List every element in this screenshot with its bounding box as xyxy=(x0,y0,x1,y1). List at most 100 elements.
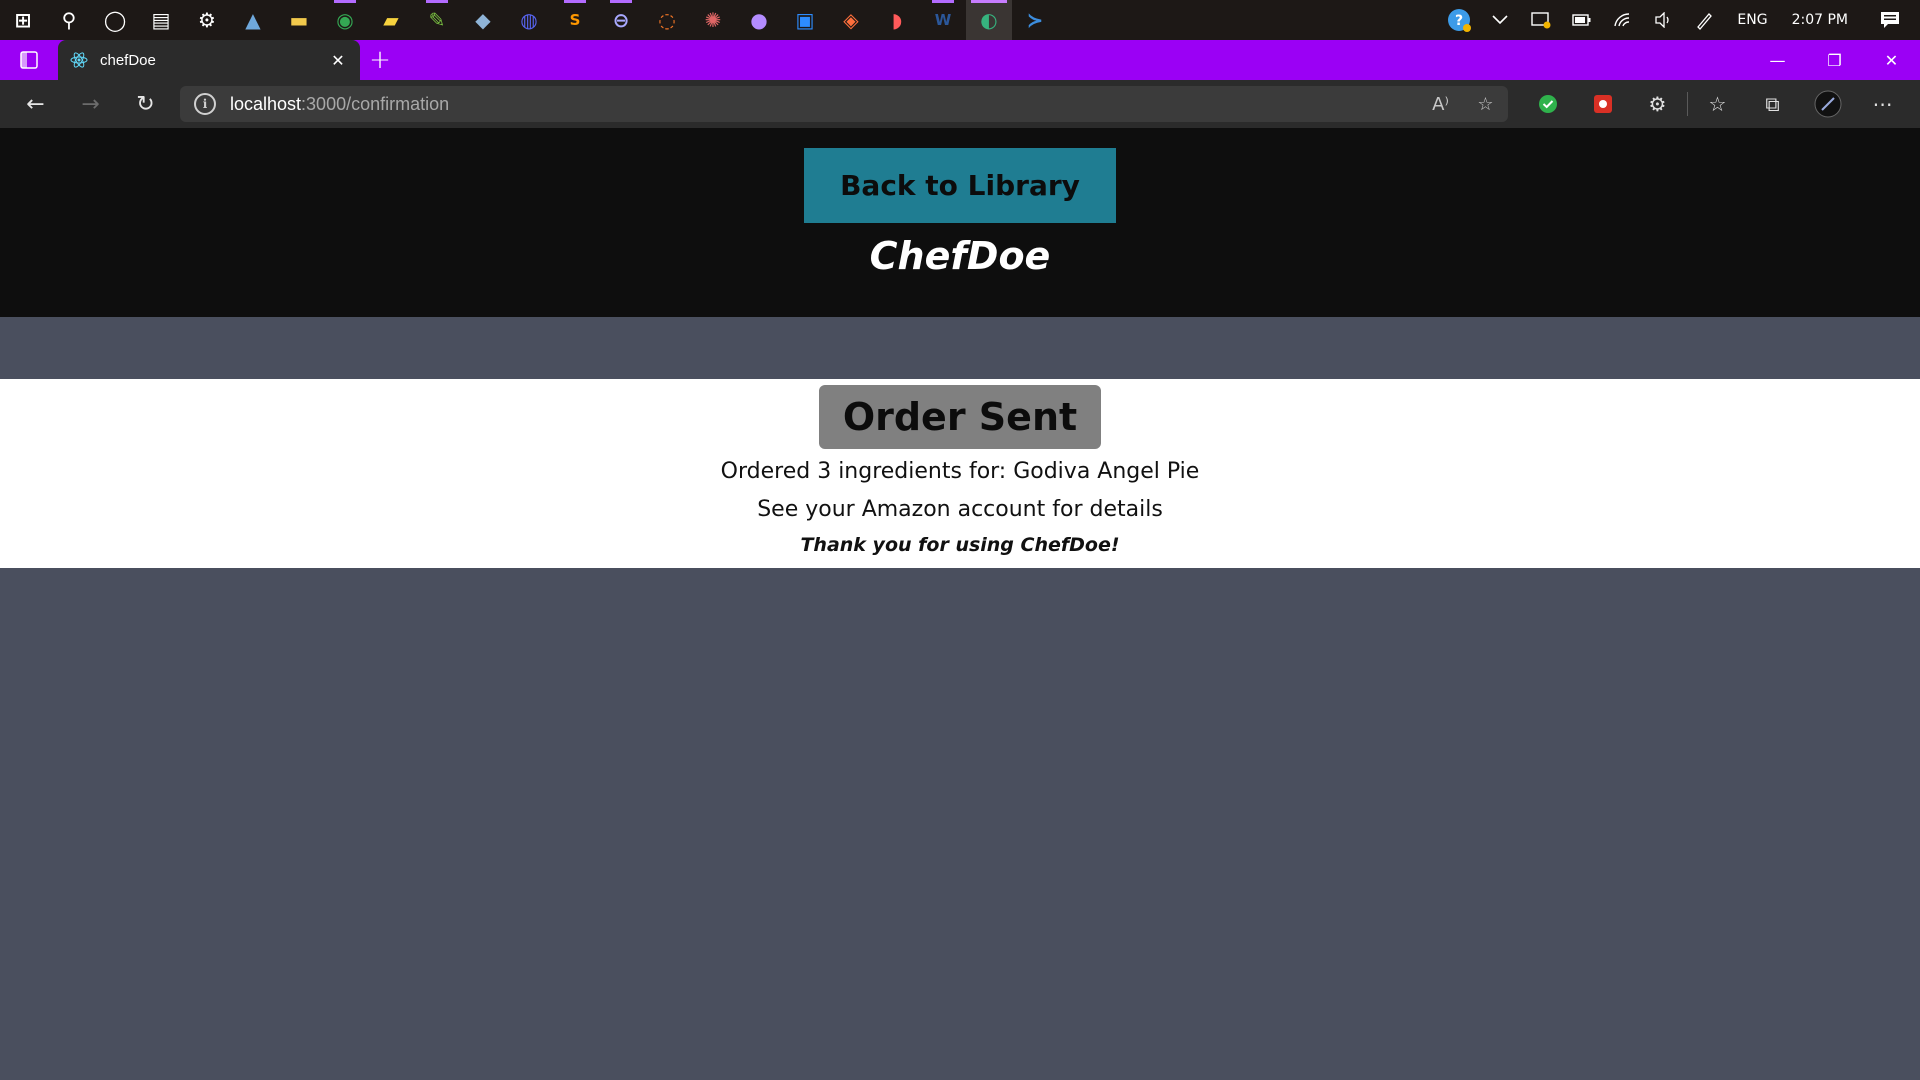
react-icon xyxy=(70,51,88,69)
url-text[interactable]: localhost:3000/confirmation xyxy=(230,94,449,115)
browser-tab-strip: chefDoe ✕ + — ❐ ✕ xyxy=(0,40,1920,80)
photos-glyph-icon: ▲ xyxy=(245,8,261,32)
notepad-glyph-icon: ✎ xyxy=(428,8,446,32)
settings-glyph-icon: ⚙ xyxy=(198,8,216,32)
display-alert-icon[interactable] xyxy=(1520,0,1561,40)
refresh-icon[interactable]: ↻ xyxy=(118,80,173,128)
search-icon[interactable]: ⚲ xyxy=(46,0,92,40)
windows-taskbar: ⊞ ⚲ ◯ ▤ ⚙ ▲ ▬ ◉ ▰ ✎ ◆ ◍ S ⊖ ◌ ✺ ● ▣ ◈ ◗ W ◐ ≻ ? ENG 2:07 PM xyxy=(0,0,1920,40)
brand-title: ChefDoe xyxy=(869,234,1051,278)
sticky-notes-icon[interactable]: ▰ xyxy=(368,0,414,40)
settings-icon[interactable]: ⚙ xyxy=(184,0,230,40)
address-bar[interactable]: i localhost:3000/confirmation A⁾ ☆ xyxy=(180,86,1508,122)
sublime-text-glyph-icon: S xyxy=(569,11,581,29)
firefox-icon[interactable]: ◈ xyxy=(828,0,874,40)
favorites-icon[interactable]: ☆ xyxy=(1690,80,1745,128)
extensions-puzzle-icon[interactable]: ⚙ xyxy=(1630,80,1685,128)
svg-text:?: ? xyxy=(1455,13,1463,29)
app-icon-2[interactable]: ⊖ xyxy=(598,0,644,40)
tab-chefdoe[interactable]: chefDoe ✕ xyxy=(58,40,360,80)
edge-glyph-icon: ◐ xyxy=(980,8,998,32)
powershell-icon[interactable]: ≻ xyxy=(1012,0,1058,40)
edge-icon[interactable]: ◐ xyxy=(966,0,1012,40)
order-status-badge: Order Sent xyxy=(819,385,1101,449)
powershell-glyph-icon: ≻ xyxy=(1026,8,1044,32)
task-view-glyph-icon: ▤ xyxy=(151,8,171,32)
minimize-icon[interactable]: — xyxy=(1749,40,1806,80)
file-explorer-glyph-icon: ▬ xyxy=(289,8,309,32)
chrome-icon[interactable]: ◉ xyxy=(322,0,368,40)
sticky-notes-glyph-icon: ▰ xyxy=(383,8,399,32)
firefox-glyph-icon: ◈ xyxy=(843,8,859,32)
details-text: See your Amazon account for details xyxy=(757,497,1163,522)
notepad-icon[interactable]: ✎ xyxy=(414,0,460,40)
windows-start-glyph-icon: ⊞ xyxy=(14,8,32,32)
task-view-icon[interactable]: ▤ xyxy=(138,0,184,40)
sublime-text-icon[interactable]: S xyxy=(552,0,598,40)
cortana-glyph-icon: ◯ xyxy=(103,8,127,32)
new-tab-button[interactable]: + xyxy=(360,40,400,80)
volume-icon[interactable] xyxy=(1643,0,1684,40)
taskbar-app-list: ⊞ ⚲ ◯ ▤ ⚙ ▲ ▬ ◉ ▰ ✎ ◆ ◍ S ⊖ ◌ ✺ ● ▣ ◈ ◗ W ◐ ≻ xyxy=(0,0,1058,40)
read-aloud-icon[interactable]: A⁾ xyxy=(1418,94,1463,115)
url-path: :3000/confirmation xyxy=(301,93,450,114)
forward-arrow-icon[interactable]: → xyxy=(63,80,118,128)
language-indicator[interactable]: ENG xyxy=(1725,12,1779,28)
zoom-icon[interactable]: ▣ xyxy=(782,0,828,40)
order-summary-text: Ordered 3 ingredients for: Godiva Angel … xyxy=(720,459,1200,484)
close-tab-icon[interactable]: ✕ xyxy=(328,50,348,70)
app-icon[interactable]: ◆ xyxy=(460,0,506,40)
more-options-icon[interactable]: ⋯ xyxy=(1855,80,1910,128)
paint-icon[interactable]: ◗ xyxy=(874,0,920,40)
help-icon[interactable]: ? xyxy=(1438,0,1479,40)
battery-icon[interactable] xyxy=(1561,0,1602,40)
word-glyph-icon: W xyxy=(934,11,952,29)
pen-icon[interactable] xyxy=(1684,0,1725,40)
cortana-icon[interactable]: ◯ xyxy=(92,0,138,40)
address-bar-actions: A⁾ ☆ xyxy=(1418,86,1508,122)
site-info-icon[interactable]: i xyxy=(194,93,216,115)
discord-icon[interactable]: ◍ xyxy=(506,0,552,40)
confirmation-card: Order Sent Ordered 3 ingredients for: Go… xyxy=(0,379,1920,568)
jupyter-icon[interactable]: ◌ xyxy=(644,0,690,40)
network-app-glyph-icon: ✺ xyxy=(704,8,722,32)
app-header: Back to Library ChefDoe xyxy=(0,128,1920,317)
tab-actions-icon[interactable] xyxy=(0,40,58,80)
collections-icon[interactable]: ⧉ xyxy=(1745,80,1800,128)
chevron-up-icon[interactable] xyxy=(1479,0,1520,40)
windows-start-icon[interactable]: ⊞ xyxy=(0,0,46,40)
github-icon[interactable]: ● xyxy=(736,0,782,40)
back-arrow-icon[interactable]: ← xyxy=(8,80,63,128)
search-glyph-icon: ⚲ xyxy=(61,8,77,32)
tab-title: chefDoe xyxy=(100,51,156,69)
wifi-icon[interactable] xyxy=(1602,0,1643,40)
extensions-area: ⚙ ☆ ⧉ ⋯ xyxy=(1520,80,1910,128)
red-extension-icon[interactable] xyxy=(1575,80,1630,128)
close-window-icon[interactable]: ✕ xyxy=(1863,40,1920,80)
file-explorer-icon[interactable]: ▬ xyxy=(276,0,322,40)
notifications-icon[interactable] xyxy=(1860,0,1920,40)
window-controls: — ❐ ✕ xyxy=(1749,40,1920,80)
restore-icon[interactable]: ❐ xyxy=(1806,40,1863,80)
clock[interactable]: 2:07 PM xyxy=(1780,12,1860,28)
add-favorite-icon[interactable]: ☆ xyxy=(1463,94,1508,115)
photos-icon[interactable]: ▲ xyxy=(230,0,276,40)
system-tray: ? ENG 2:07 PM xyxy=(1438,0,1920,40)
jupyter-glyph-icon: ◌ xyxy=(658,8,676,32)
app-icon-2-glyph-icon: ⊖ xyxy=(612,8,630,32)
verified-extension-icon[interactable] xyxy=(1520,80,1575,128)
zoom-glyph-icon: ▣ xyxy=(795,8,815,32)
app-glyph-icon: ◆ xyxy=(475,8,491,32)
network-app-icon[interactable]: ✺ xyxy=(690,0,736,40)
page-content: Back to Library ChefDoe Order Sent Order… xyxy=(0,128,1920,1080)
back-to-library-button[interactable]: Back to Library xyxy=(804,148,1116,223)
profile-avatar[interactable] xyxy=(1800,80,1855,128)
toolbar-divider xyxy=(1687,92,1688,116)
word-icon[interactable]: W xyxy=(920,0,966,40)
discord-glyph-icon: ◍ xyxy=(520,8,538,32)
browser-toolbar: ← → ↻ i localhost:3000/confirmation A⁾ ☆… xyxy=(0,80,1920,128)
chrome-glyph-icon: ◉ xyxy=(336,8,354,32)
github-glyph-icon: ● xyxy=(750,8,768,32)
url-host: localhost xyxy=(230,93,302,114)
thank-you-text: Thank you for using ChefDoe! xyxy=(800,534,1120,556)
